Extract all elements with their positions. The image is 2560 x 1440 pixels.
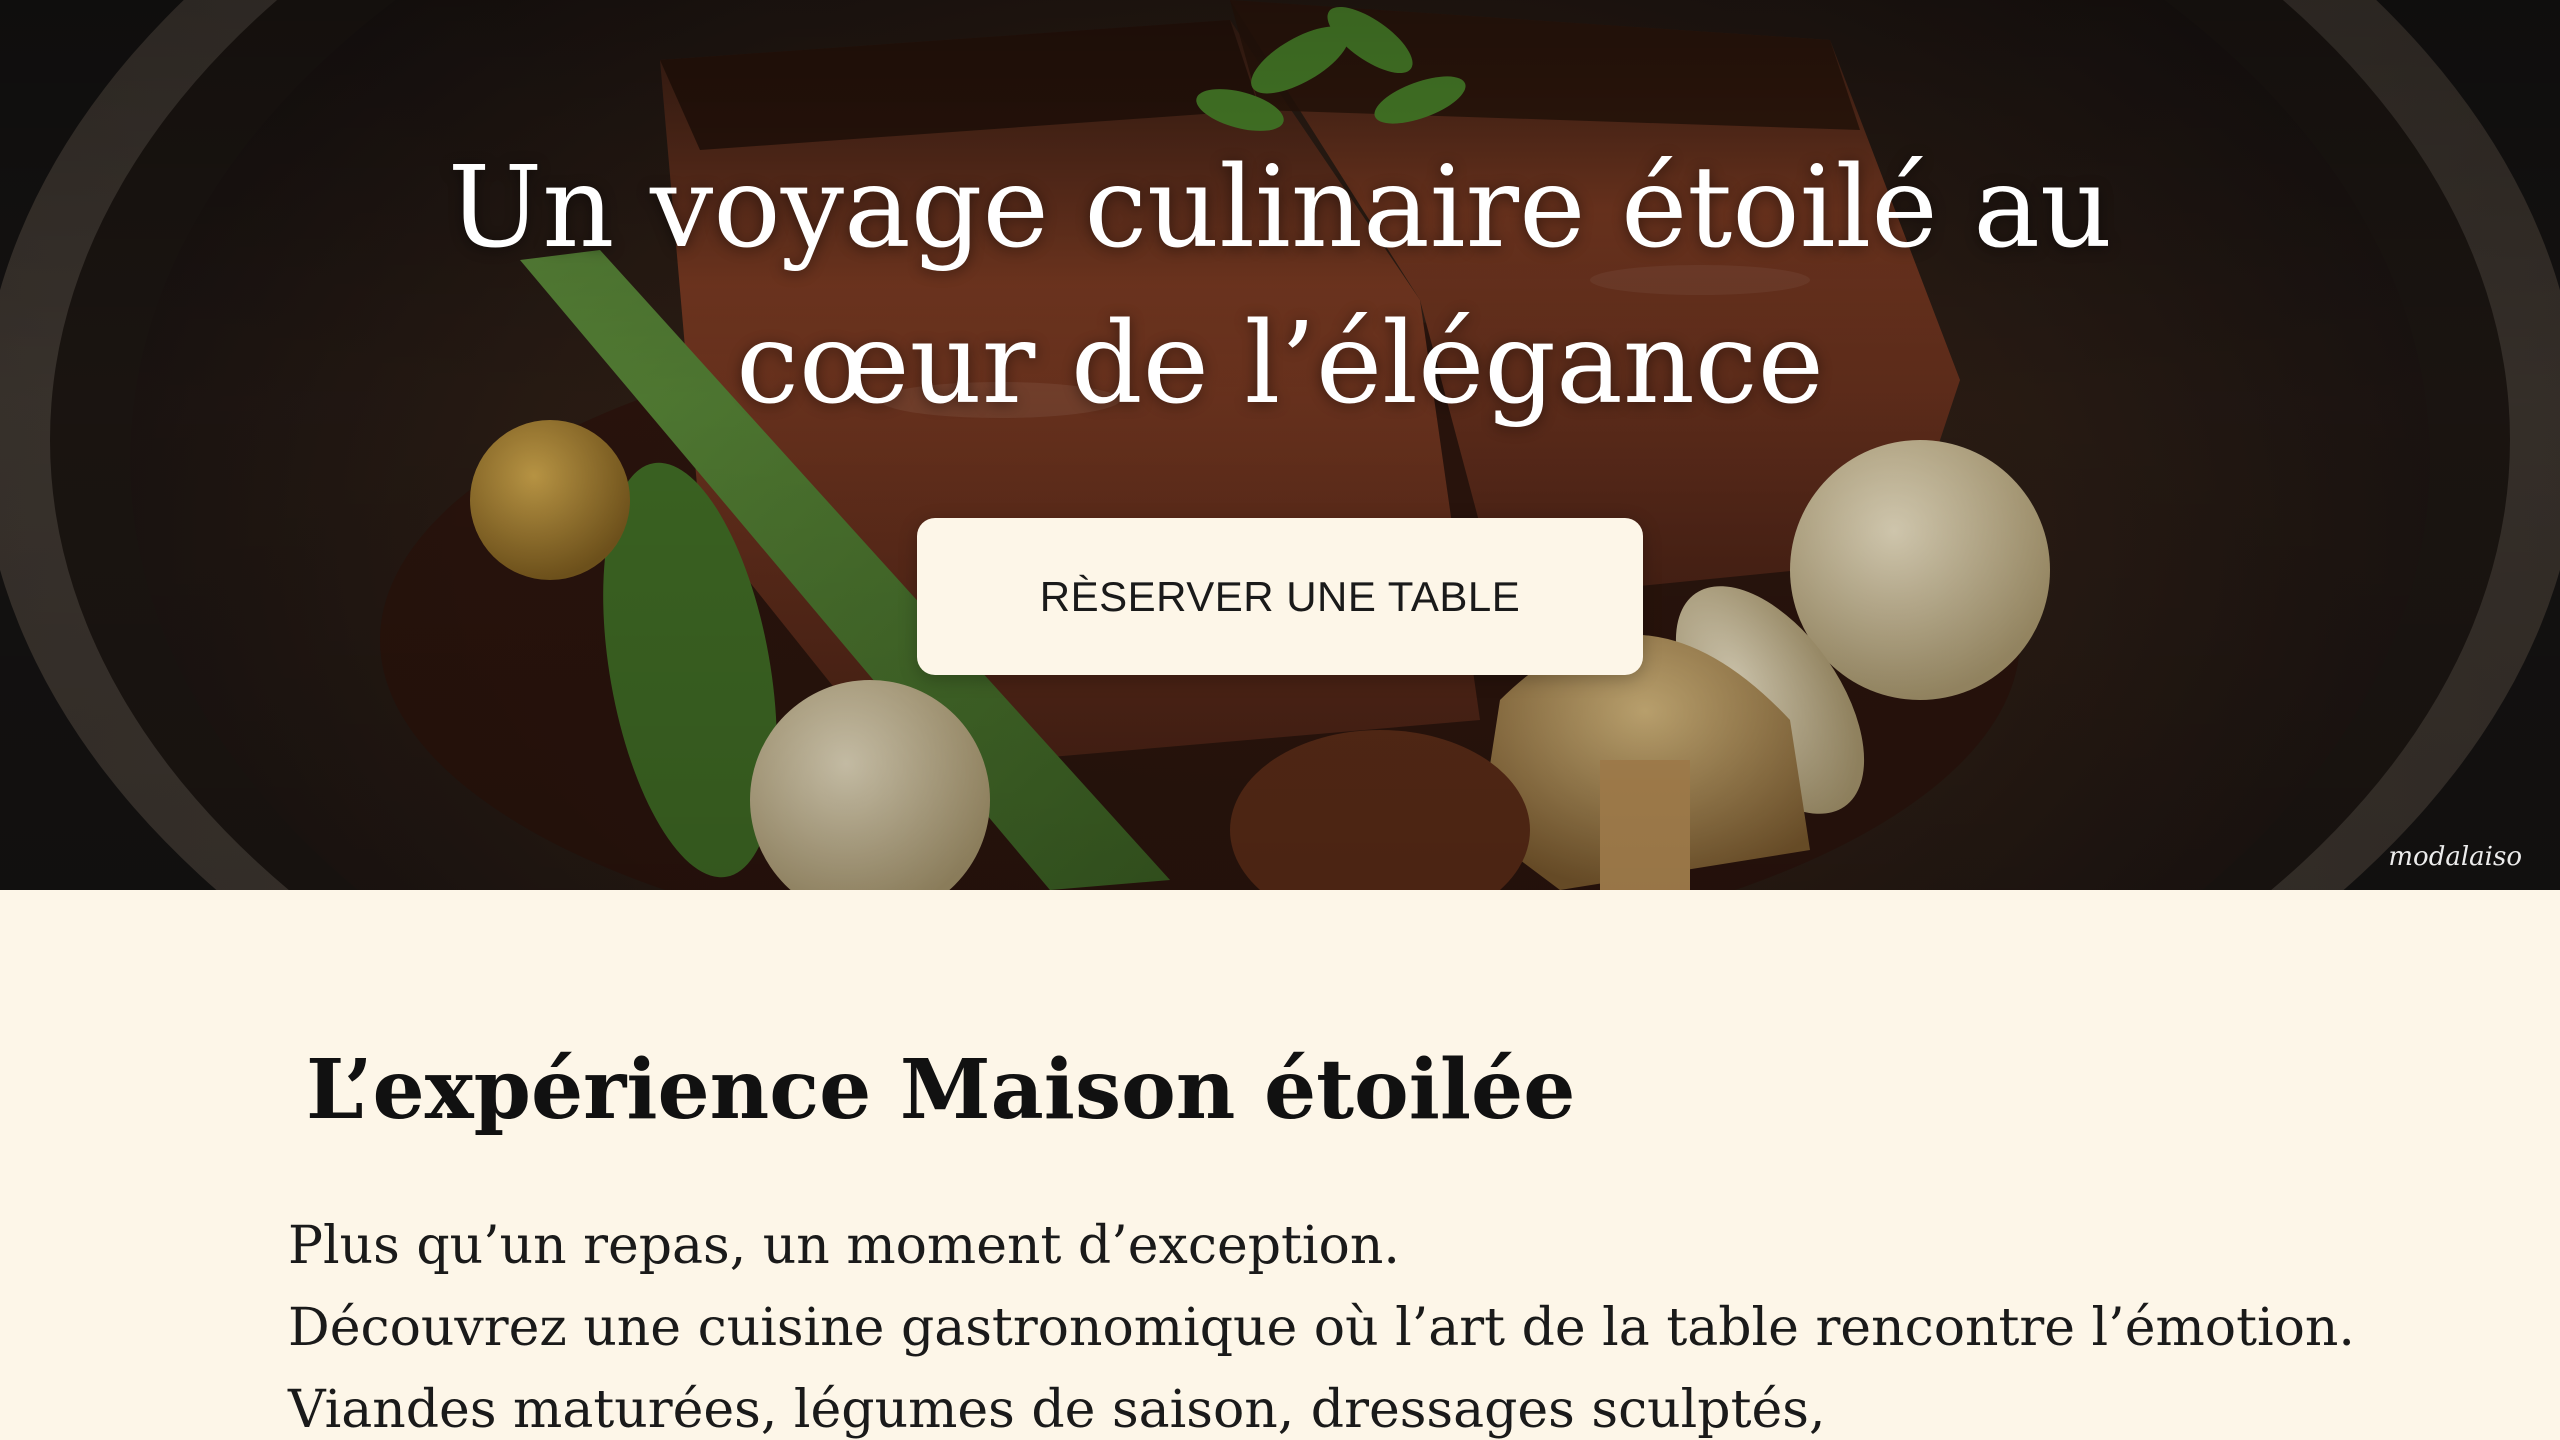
hero-headline-line-1: Un voyage culinaire étoilé au — [447, 143, 2113, 273]
hero-headline-line-2: cœur de l’élégance — [736, 299, 1824, 429]
reserve-table-button[interactable]: RÈSERVER UNE TABLE — [917, 518, 1643, 675]
experience-intro-text: Plus qu’un repas, un moment d’exception.… — [288, 1205, 2355, 1440]
section-heading: L’expérience Maison étoilée — [306, 1042, 1576, 1138]
hero-headline: Un voyage culinaire étoilé au cœur de l’… — [280, 130, 2280, 442]
watermark-signature: modalaiso — [2388, 842, 2522, 872]
intro-line-1: Plus qu’un repas, un moment d’exception. — [288, 1216, 1400, 1276]
intro-line-2: Découvrez une cuisine gastronomique où l… — [288, 1298, 2355, 1358]
experience-section: L’expérience Maison étoilée Plus qu’un r… — [0, 890, 2560, 1440]
intro-line-3: Viandes maturées, légumes de saison, dre… — [288, 1380, 1826, 1440]
page: Un voyage culinaire étoilé au cœur de l’… — [0, 0, 2560, 1440]
hero-section: Un voyage culinaire étoilé au cœur de l’… — [0, 0, 2560, 890]
